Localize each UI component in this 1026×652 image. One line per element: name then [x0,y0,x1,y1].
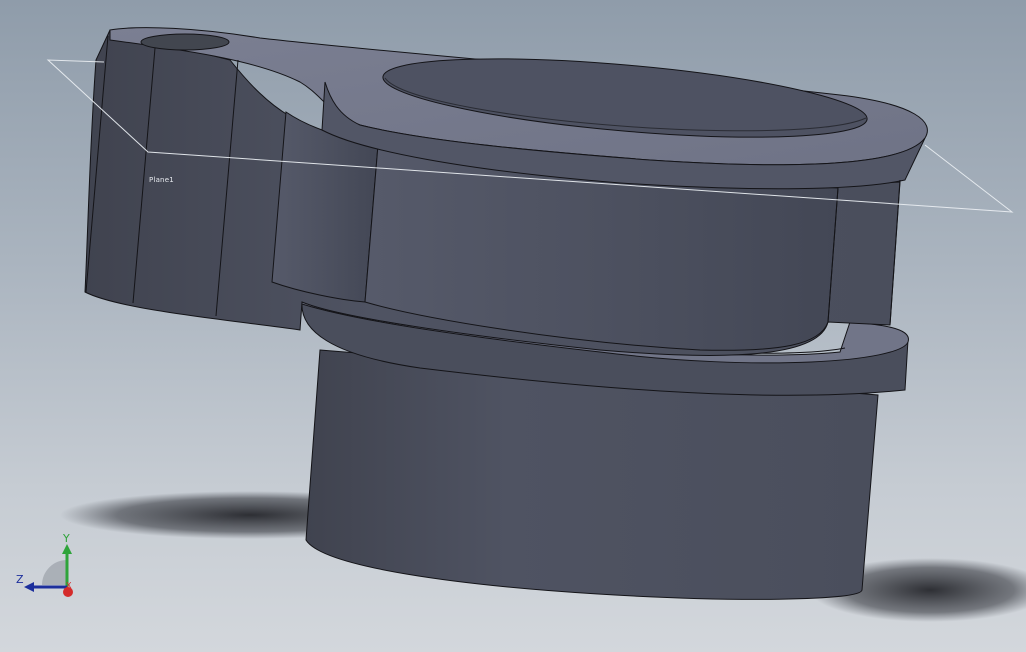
plane1-label[interactable]: Plane1 [149,176,174,184]
y-axis-arrowhead [62,544,72,554]
y-axis-label: Y [63,532,70,545]
triad-backdrop-quarter [42,560,67,585]
cad-graphics-viewport[interactable]: Plane1 Y Z X [0,0,1026,652]
z-axis-arrowhead [24,582,34,592]
x-axis-label: X [66,581,72,590]
ear-hole[interactable] [140,33,230,51]
cad-model-canvas[interactable] [0,0,1026,652]
axis-triad: Y Z X [10,530,80,605]
z-axis-label: Z [16,573,24,586]
